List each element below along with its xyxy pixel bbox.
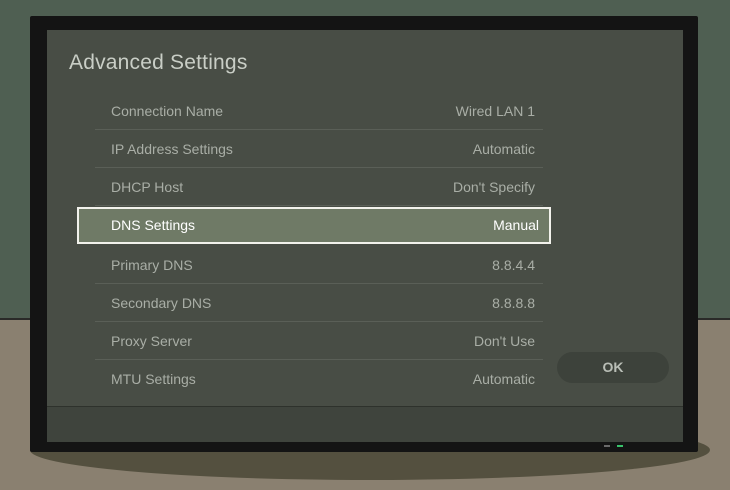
setting-value: 8.8.8.8 [492, 295, 535, 311]
setting-row-dns-settings[interactable]: DNS Settings Manual [77, 207, 551, 244]
setting-row-mtu-settings[interactable]: MTU Settings Automatic [95, 360, 543, 397]
setting-value: Manual [493, 217, 539, 233]
setting-label: Primary DNS [111, 257, 193, 273]
setting-row-dhcp-host[interactable]: DHCP Host Don't Specify [95, 168, 543, 206]
power-indicator [617, 445, 623, 447]
setting-value: Don't Use [473, 333, 535, 349]
ok-button[interactable]: OK [557, 352, 669, 383]
setting-value: Wired LAN 1 [455, 103, 535, 119]
setting-value: Don't Specify [452, 179, 535, 195]
setting-label: MTU Settings [111, 371, 196, 387]
setting-row-ip-address-settings[interactable]: IP Address Settings Automatic [95, 130, 543, 168]
setting-row-secondary-dns[interactable]: Secondary DNS 8.8.8.8 [95, 284, 543, 322]
setting-row-connection-name[interactable]: Connection Name Wired LAN 1 [95, 92, 543, 130]
setting-label: DNS Settings [111, 217, 196, 233]
setting-label: Connection Name [111, 103, 224, 119]
tv-screen: Advanced Settings Connection Name Wired … [47, 30, 683, 442]
setting-value: 8.8.4.4 [492, 257, 535, 273]
setting-label: IP Address Settings [111, 141, 233, 157]
screen-bottom-strip [47, 406, 683, 442]
setting-value: Automatic [472, 141, 535, 157]
setting-value: Automatic [472, 371, 535, 387]
settings-list: Connection Name Wired LAN 1 IP Address S… [77, 92, 551, 397]
setting-label: Proxy Server [111, 333, 192, 349]
setting-label: Secondary DNS [111, 295, 212, 311]
setting-row-proxy-server[interactable]: Proxy Server Don't Use [95, 322, 543, 360]
standby-indicator [604, 445, 610, 447]
setting-label: DHCP Host [111, 179, 184, 195]
setting-row-primary-dns[interactable]: Primary DNS 8.8.4.4 [95, 246, 543, 284]
page-title: Advanced Settings [69, 51, 248, 74]
